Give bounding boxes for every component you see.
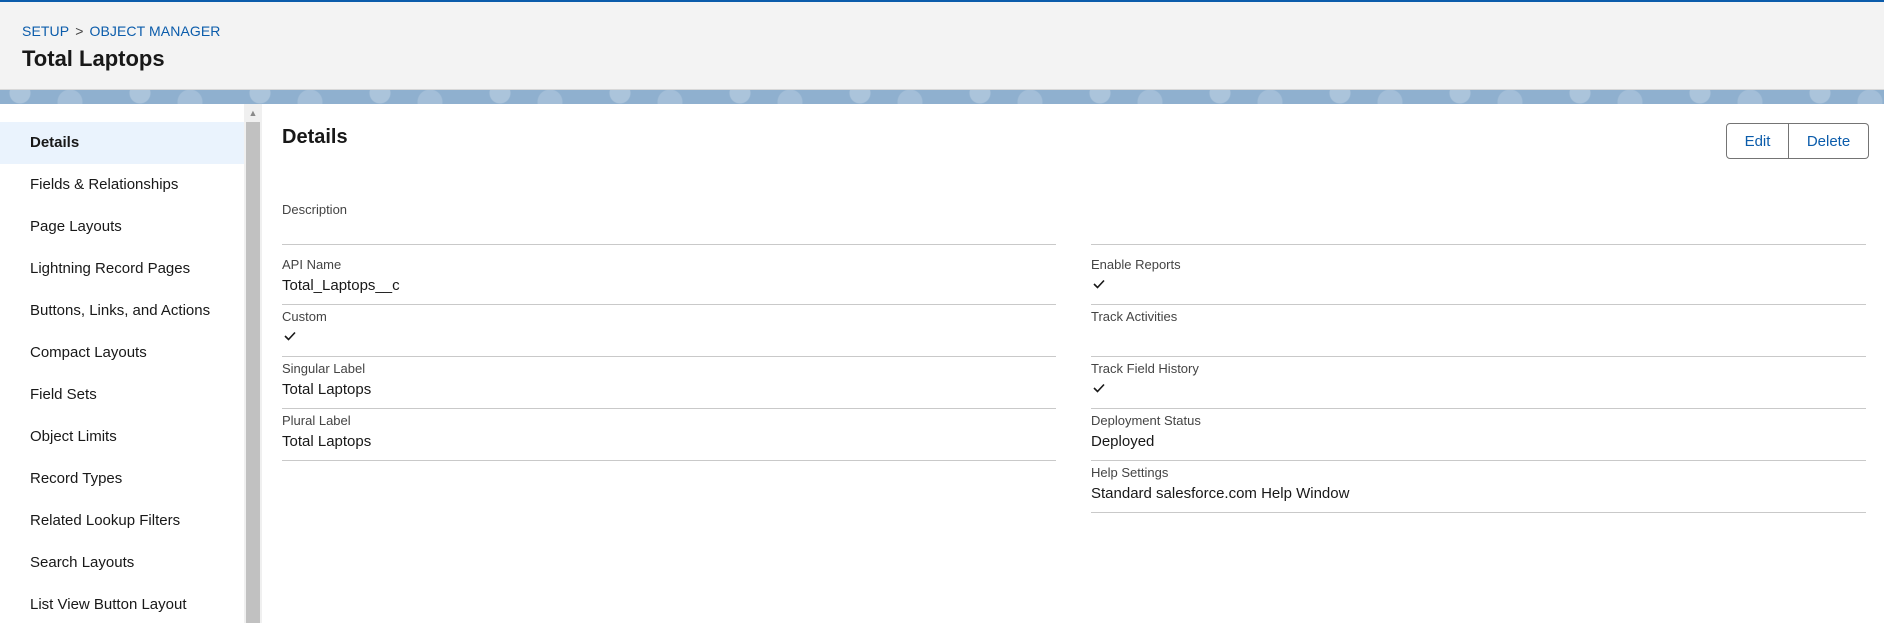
sidebar-item-record-types[interactable]: Record Types [0, 458, 244, 500]
breadcrumb: SETUP > OBJECT MANAGER [22, 23, 221, 39]
custom-label: Custom [282, 309, 327, 324]
singular-label-label: Singular Label [282, 361, 366, 376]
description-label: Description [282, 202, 348, 217]
enable-reports-label: Enable Reports [1091, 257, 1181, 272]
plural-label-value: Total Laptops [282, 433, 372, 450]
enable-reports-field: Enable Reports [1091, 257, 1866, 305]
breadcrumb-separator: > [75, 23, 84, 39]
track-activities-label: Track Activities [1091, 309, 1178, 324]
sidebar: Details Fields & Relationships Page Layo… [0, 104, 262, 623]
page-header: SETUP > OBJECT MANAGER Total Laptops [0, 2, 1884, 90]
checkmark-icon [1093, 279, 1105, 289]
scrollbar-thumb[interactable] [246, 122, 260, 623]
description-field: Description [282, 202, 1056, 245]
track-activities-field: Track Activities [1091, 309, 1866, 357]
edit-button[interactable]: Edit [1726, 123, 1789, 159]
sidebar-item-details[interactable]: Details [0, 122, 244, 164]
description-field-divider [1091, 202, 1866, 245]
decorative-banner [0, 90, 1884, 104]
breadcrumb-object-manager-link[interactable]: OBJECT MANAGER [89, 23, 220, 39]
sidebar-item-field-sets[interactable]: Field Sets [0, 374, 244, 416]
delete-button[interactable]: Delete [1789, 123, 1869, 159]
api-name-label: API Name [282, 257, 342, 272]
sidebar-item-page-layouts[interactable]: Page Layouts [0, 206, 244, 248]
help-settings-label: Help Settings [1091, 465, 1169, 480]
sidebar-item-list-view-button-layout[interactable]: List View Button Layout [0, 584, 244, 626]
deployment-status-value: Deployed [1091, 433, 1155, 450]
sidebar-item-compact-layouts[interactable]: Compact Layouts [0, 332, 244, 374]
singular-label-field: Singular Label Total Laptops [282, 361, 1056, 409]
action-button-group: Edit Delete [1726, 123, 1869, 159]
section-title: Details [282, 126, 348, 148]
track-field-history-field: Track Field History [1091, 361, 1866, 409]
sidebar-nav: Details Fields & Relationships Page Layo… [0, 122, 244, 626]
sidebar-item-lightning-record-pages[interactable]: Lightning Record Pages [0, 248, 244, 290]
page-title: Total Laptops [22, 46, 165, 71]
sidebar-item-buttons-links-actions[interactable]: Buttons, Links, and Actions [0, 290, 244, 332]
scroll-up-arrow-icon[interactable]: ▲ [244, 106, 262, 120]
custom-field: Custom [282, 309, 1056, 357]
checkmark-icon [284, 331, 296, 341]
breadcrumb-setup-link[interactable]: SETUP [22, 23, 69, 39]
deployment-status-label: Deployment Status [1091, 413, 1201, 428]
sidebar-scrollbar[interactable]: ▲ [244, 104, 262, 623]
checkmark-icon [1093, 383, 1105, 393]
api-name-field: API Name Total_Laptops__c [282, 257, 1056, 305]
help-settings-value: Standard salesforce.com Help Window [1091, 485, 1350, 502]
singular-label-value: Total Laptops [282, 381, 372, 398]
api-name-value: Total_Laptops__c [282, 277, 400, 294]
help-settings-field: Help Settings Standard salesforce.com He… [1091, 465, 1866, 513]
sidebar-item-object-limits[interactable]: Object Limits [0, 416, 244, 458]
sidebar-item-search-layouts[interactable]: Search Layouts [0, 542, 244, 584]
details-panel: Details Edit Delete Description API Name… [262, 104, 1884, 623]
track-field-history-label: Track Field History [1091, 361, 1199, 376]
plural-label-field: Plural Label Total Laptops [282, 413, 1056, 461]
deployment-status-field: Deployment Status Deployed [1091, 413, 1866, 461]
sidebar-item-fields-relationships[interactable]: Fields & Relationships [0, 164, 244, 206]
plural-label-label: Plural Label [282, 413, 351, 428]
sidebar-item-related-lookup-filters[interactable]: Related Lookup Filters [0, 500, 244, 542]
